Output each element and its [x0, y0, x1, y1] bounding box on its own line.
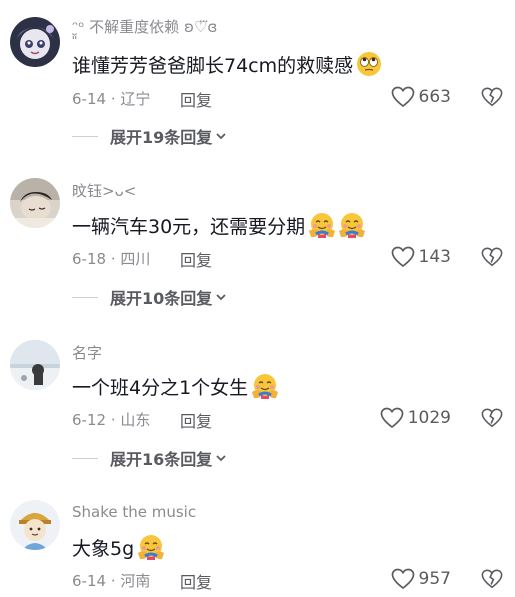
- comment-text: 谁懂芳芳爸爸脚长74cm的救赎感: [72, 50, 383, 78]
- comment-username[interactable]: ᵔ̮͈ᵒ 不解重度依赖 ʚ♡⃛ɞ: [72, 16, 217, 37]
- comment-username[interactable]: 名字: [72, 342, 102, 363]
- divider-line: [72, 135, 98, 137]
- reply-button[interactable]: 回复: [180, 569, 212, 593]
- comment-date: 6-14: [72, 572, 107, 590]
- comment-location: 河南: [120, 572, 151, 590]
- chevron-down-icon: [216, 133, 226, 140]
- heart-icon: [391, 568, 414, 590]
- comment-date: 6-14: [72, 90, 107, 108]
- like-count: 957: [418, 569, 451, 589]
- like-count: 143: [418, 247, 451, 267]
- comment-username[interactable]: Shake the music: [72, 503, 196, 521]
- comment-text-content: 大象5g: [72, 537, 135, 560]
- broken-heart-icon[interactable]: [481, 568, 503, 590]
- divider-line: [72, 457, 98, 459]
- reply-button[interactable]: 回复: [180, 87, 212, 111]
- rolling-eyes-emoji-icon: [357, 52, 382, 76]
- like-button[interactable]: 1029: [380, 407, 451, 429]
- comment-meta: 6-12 · 山东: [72, 409, 150, 430]
- like-button[interactable]: 663: [391, 86, 451, 108]
- expand-replies-button[interactable]: 展开16条回复: [72, 446, 227, 470]
- expand-replies-label: 展开16条回复: [110, 450, 213, 469]
- like-button[interactable]: 143: [391, 246, 451, 268]
- divider-line: [72, 296, 98, 298]
- comment-date: 6-18: [72, 250, 107, 268]
- date-separator: ·: [106, 572, 121, 590]
- comment-text-content: 一个班4分之1个女生: [72, 376, 249, 399]
- reply-button[interactable]: 回复: [180, 408, 212, 432]
- comment-text: 一辆汽车30元，还需要分期: [72, 211, 367, 239]
- comment-username[interactable]: 旼钰>ᴗ<: [72, 180, 136, 201]
- heart-icon: [380, 407, 404, 429]
- expand-replies-label: 展开19条回复: [110, 128, 213, 147]
- hug-emoji-icon: [252, 374, 279, 399]
- like-count: 663: [418, 87, 451, 107]
- expand-replies-button[interactable]: 展开19条回复: [72, 124, 227, 148]
- expand-replies-button[interactable]: 展开10条回复: [72, 285, 227, 309]
- comment-text-content: 谁懂芳芳爸爸脚长74cm的救赎感: [72, 54, 354, 77]
- chevron-down-icon: [216, 294, 226, 301]
- chevron-down-icon: [216, 455, 226, 462]
- like-count: 1029: [407, 408, 451, 428]
- broken-heart-icon[interactable]: [481, 407, 503, 429]
- avatar[interactable]: [10, 340, 60, 390]
- reply-button[interactable]: 回复: [180, 247, 212, 271]
- comment-location: 辽宁: [120, 90, 151, 108]
- comment-date: 6-12: [72, 411, 107, 429]
- hug-emoji-icon: [339, 213, 366, 238]
- avatar[interactable]: [10, 178, 60, 228]
- date-separator: ·: [106, 411, 121, 429]
- like-button[interactable]: 957: [391, 568, 451, 590]
- comment-meta: 6-14 · 河南: [72, 570, 150, 591]
- heart-icon: [391, 86, 414, 108]
- expand-replies-label: 展开10条回复: [110, 289, 213, 308]
- comment-text-content: 一辆汽车30元，还需要分期: [72, 215, 306, 238]
- comment-location: 山东: [120, 411, 151, 429]
- broken-heart-icon[interactable]: [481, 86, 503, 108]
- broken-heart-icon[interactable]: [481, 246, 503, 268]
- avatar[interactable]: [10, 17, 60, 67]
- comment-meta: 6-18 · 四川: [72, 248, 150, 269]
- hug-emoji-icon: [309, 213, 336, 238]
- date-separator: ·: [106, 250, 121, 268]
- comment-meta: 6-14 · 辽宁: [72, 88, 150, 109]
- comment-text: 一个班4分之1个女生: [72, 372, 280, 400]
- comment-location: 四川: [120, 250, 151, 268]
- avatar[interactable]: [10, 500, 60, 550]
- heart-icon: [391, 246, 414, 268]
- date-separator: ·: [106, 90, 121, 108]
- comment-text: 大象5g: [72, 533, 166, 561]
- hug-emoji-icon: [138, 535, 165, 560]
